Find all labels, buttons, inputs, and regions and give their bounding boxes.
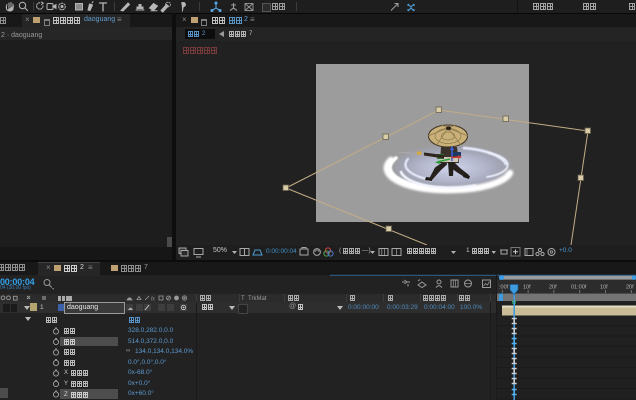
svg-text:fx: fx (151, 297, 155, 303)
svg-text:10f: 10f (600, 285, 608, 291)
svg-text:20f: 20f (549, 285, 557, 291)
svg-text:10f: 10f (523, 285, 531, 291)
svg-text:01:00f: 01:00f (571, 285, 587, 291)
svg-text::00f: :00f (499, 285, 509, 291)
svg-text:20f: 20f (626, 285, 634, 291)
